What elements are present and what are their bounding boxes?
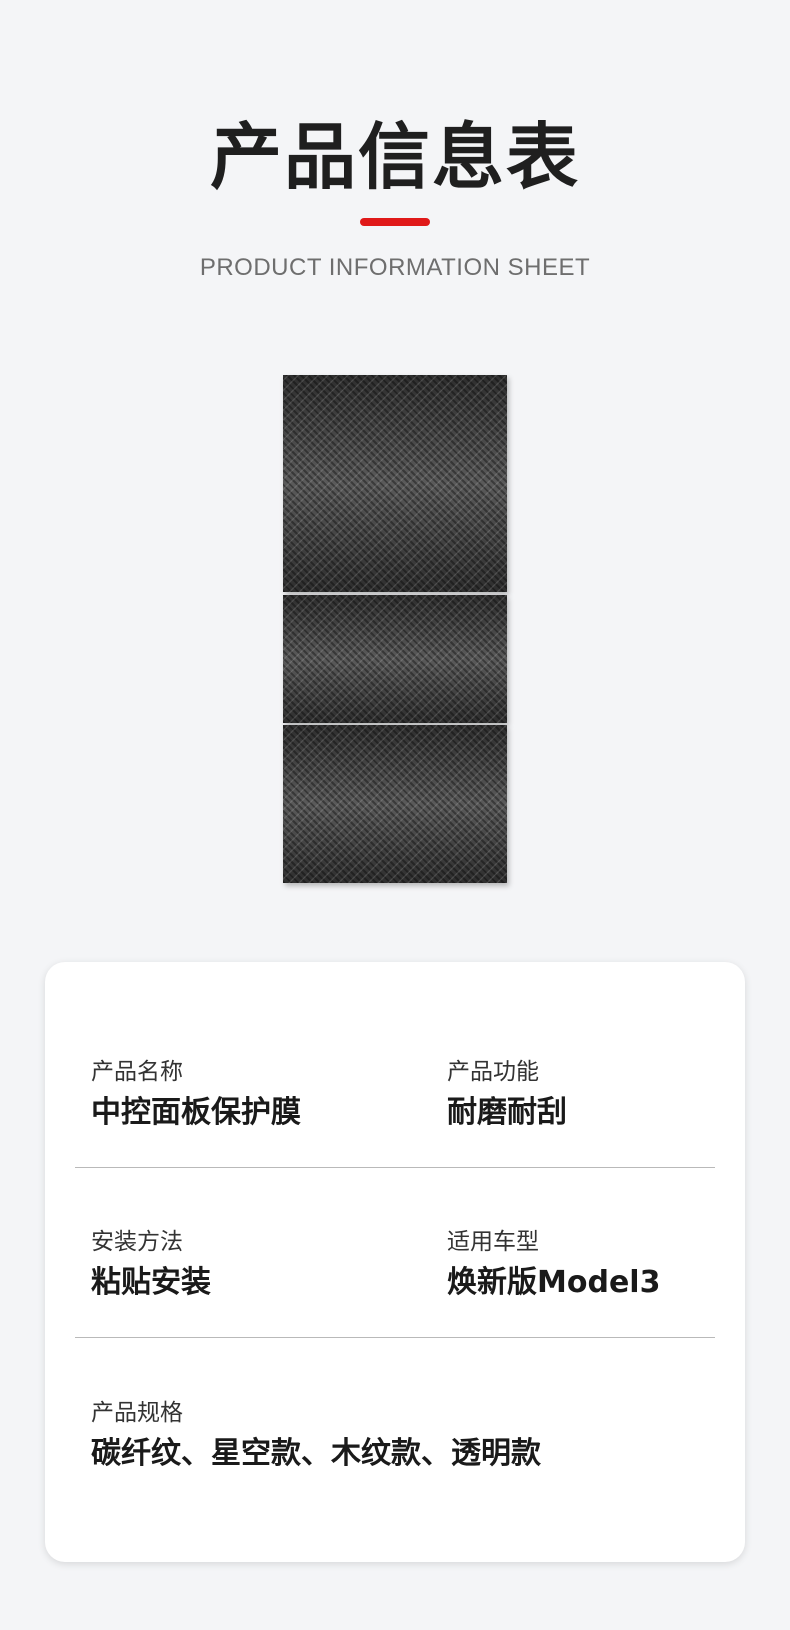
product-name-field: 产品名称 中控面板保护膜 xyxy=(91,1057,301,1133)
page-subtitle: PRODUCT INFORMATION SHEET xyxy=(199,254,591,281)
field-label: 适用车型 xyxy=(447,1229,539,1255)
carbon-fiber-panel-bottom xyxy=(283,725,507,883)
field-label: 产品规格 xyxy=(91,1400,183,1426)
product-image xyxy=(283,375,507,883)
carbon-fiber-panel-top xyxy=(283,375,507,592)
carbon-fiber-panel-middle xyxy=(283,595,507,723)
product-function-field: 产品功能 耐磨耐刮 xyxy=(447,1057,567,1133)
field-label: 安装方法 xyxy=(91,1229,183,1255)
info-card: 产品名称 中控面板保护膜 产品功能 耐磨耐刮 安装方法 粘贴安装 适用车型 焕新… xyxy=(45,962,745,1562)
field-label: 产品名称 xyxy=(91,1059,183,1085)
row-divider xyxy=(75,1337,715,1338)
install-method-field: 安装方法 粘贴安装 xyxy=(91,1227,211,1303)
field-value: 耐磨耐刮 xyxy=(447,1095,567,1130)
page-title: 产品信息表 xyxy=(209,115,580,199)
field-value: 碳纤纹、星空款、木纹款、透明款 xyxy=(91,1436,541,1471)
title-accent-bar xyxy=(360,218,430,226)
compatible-model-field: 适用车型 焕新版Model3 xyxy=(447,1227,660,1303)
field-value: 焕新版Model3 xyxy=(447,1265,661,1300)
field-value: 粘贴安装 xyxy=(91,1265,211,1300)
product-info-page: 产品信息表 PRODUCT INFORMATION SHEET 产品名称 中控面… xyxy=(0,0,790,1630)
field-value: 中控面板保护膜 xyxy=(91,1095,301,1130)
row-divider xyxy=(75,1167,715,1168)
field-label: 产品功能 xyxy=(447,1059,539,1085)
product-spec-field: 产品规格 碳纤纹、星空款、木纹款、透明款 xyxy=(91,1398,541,1474)
